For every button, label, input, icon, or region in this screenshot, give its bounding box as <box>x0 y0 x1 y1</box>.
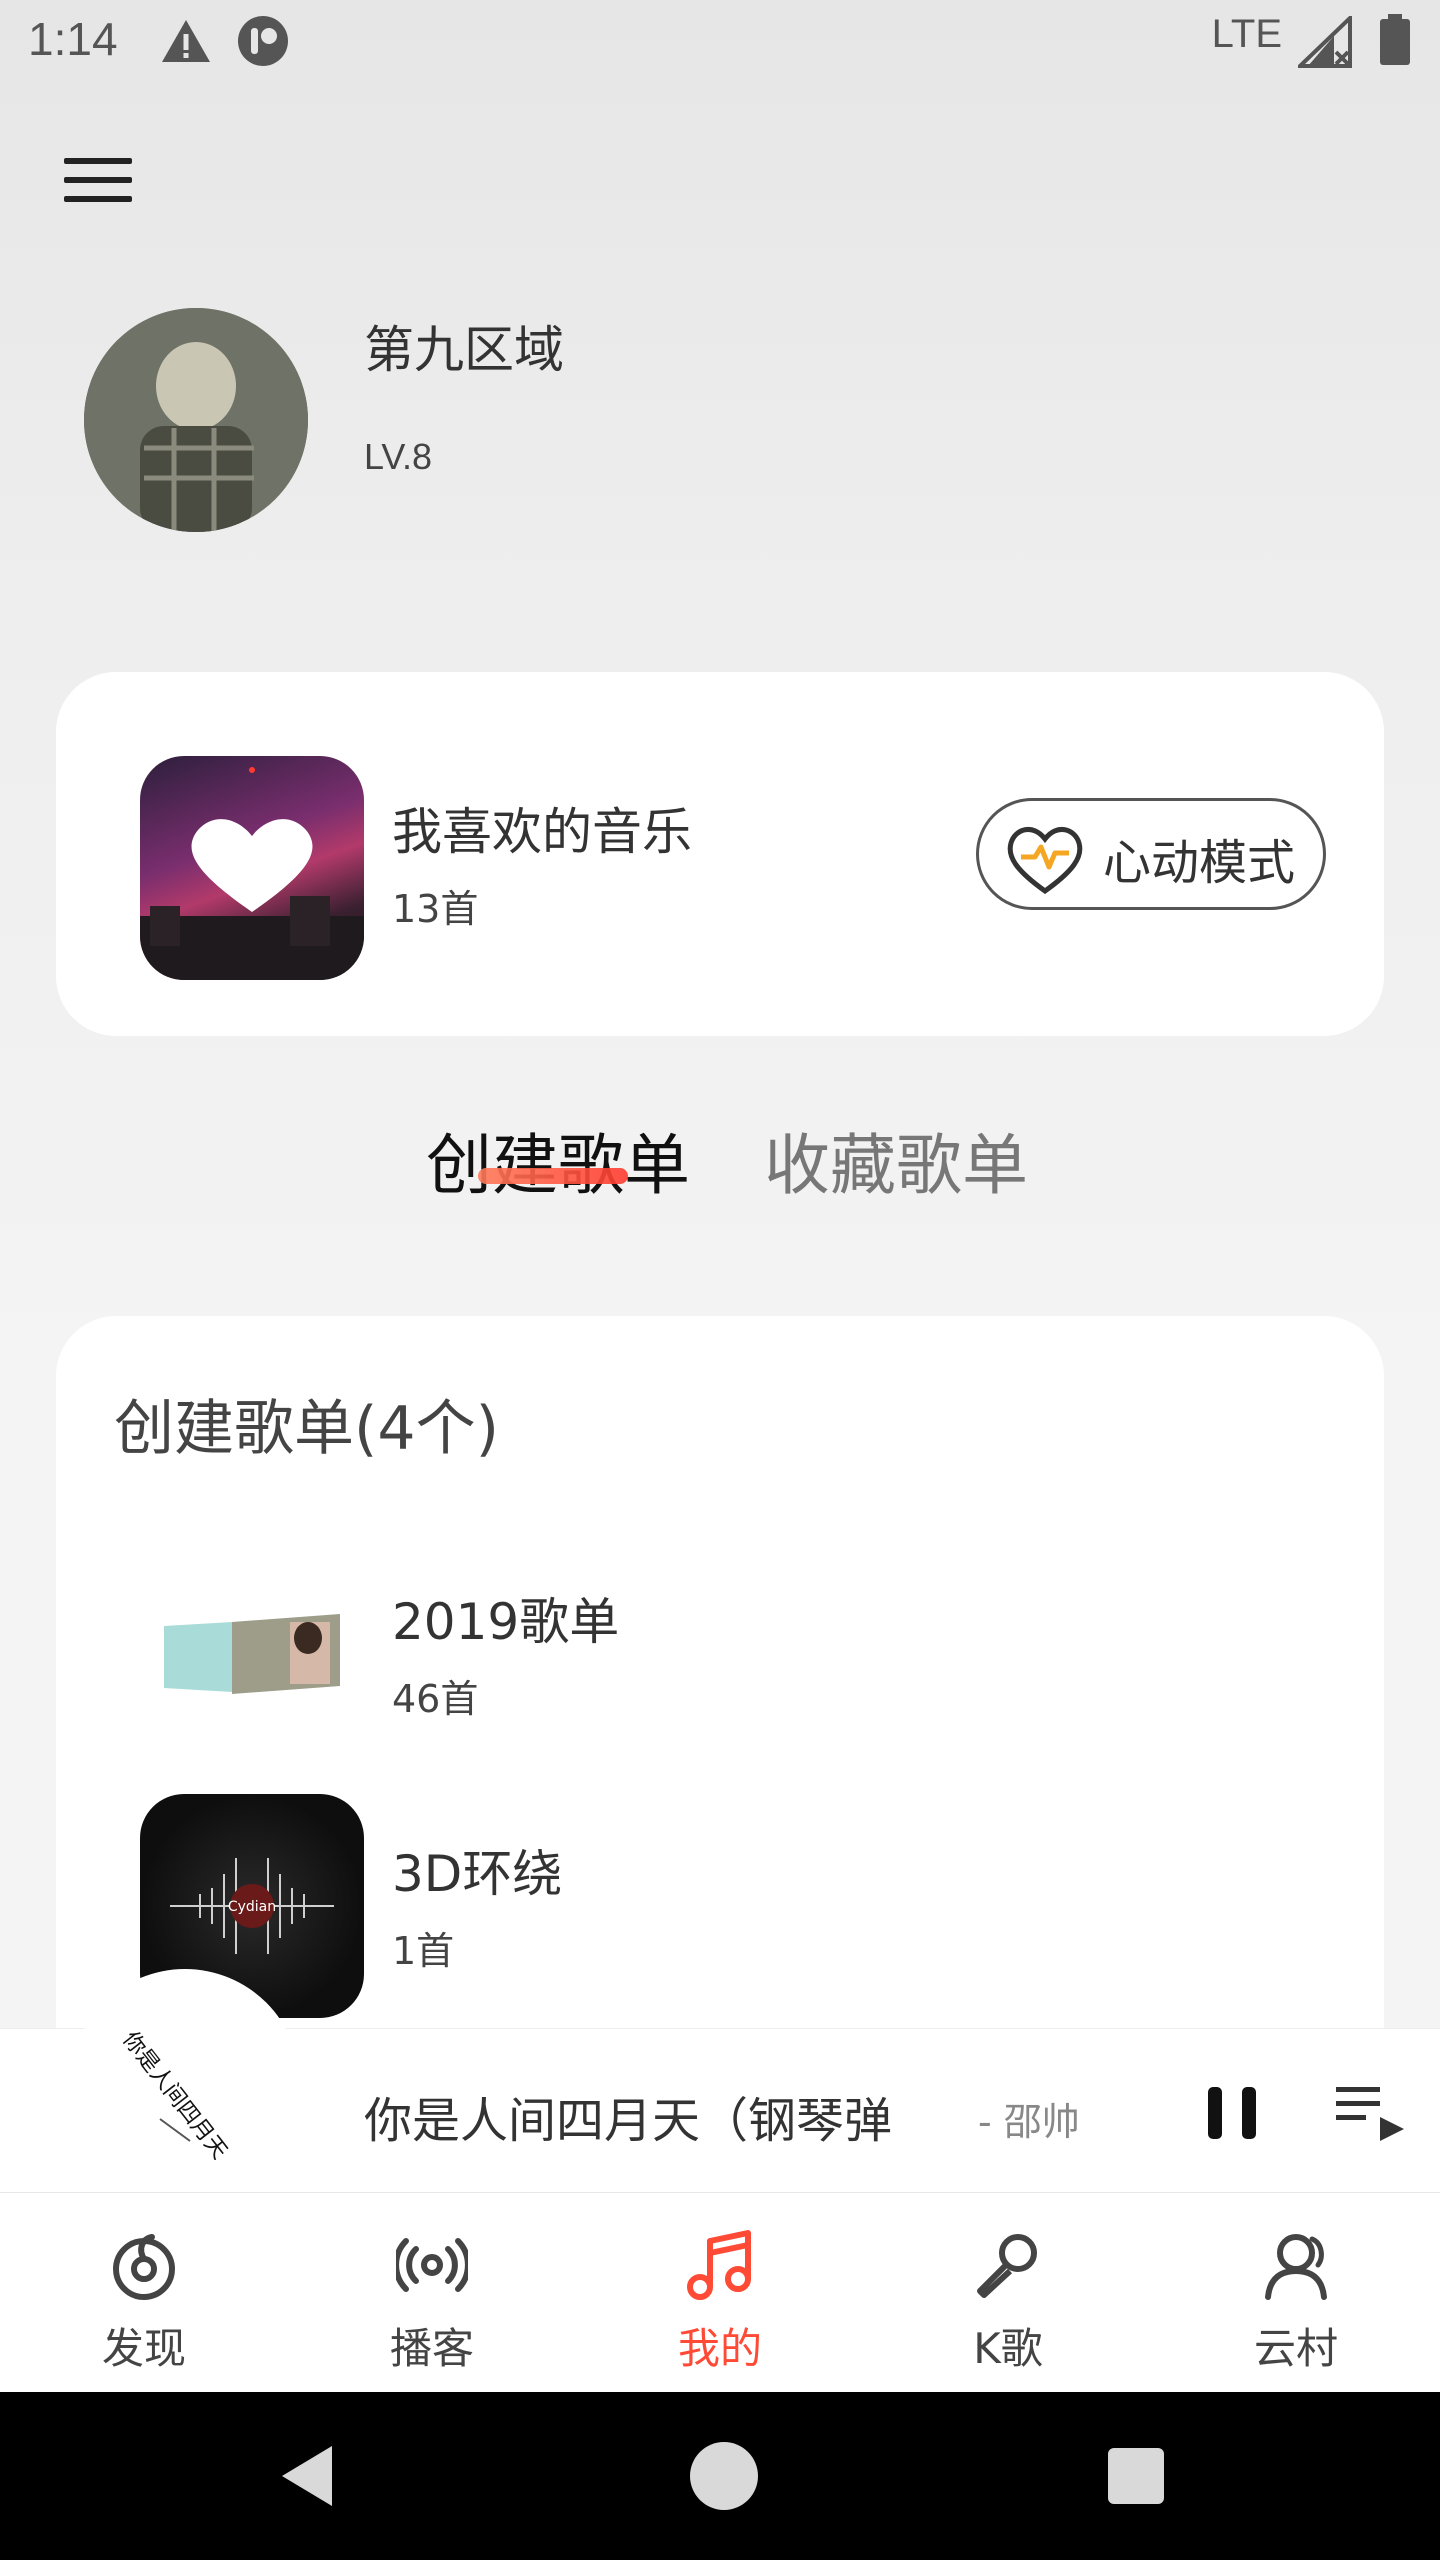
playlist-name: 2019歌单 <box>392 1593 620 1651</box>
nav-community[interactable]: 云村 <box>1152 2193 1440 2393</box>
username[interactable]: 第九区域 <box>364 310 564 382</box>
playlist-count: 46首 <box>392 1677 479 1721</box>
playlist-name: 3D环绕 <box>392 1845 563 1903</box>
user-level: LV.8 <box>364 436 433 477</box>
status-right: LTE <box>1112 12 1412 72</box>
heart-mode-label: 心动模式 <box>1103 835 1296 891</box>
nav-label: K歌 <box>973 2324 1043 2373</box>
avatar[interactable] <box>84 308 308 532</box>
liked-music-count: 13首 <box>392 887 479 931</box>
recents-icon[interactable] <box>1108 2448 1164 2504</box>
liked-music-title: 我喜欢的音乐 <box>392 803 692 861</box>
mini-player[interactable]: 你是人间四月天 你是人间四月天（钢琴弹 - 邵帅 <box>0 1969 1440 2199</box>
nav-label: 发现 <box>101 2324 186 2373</box>
pause-icon[interactable] <box>1200 2081 1264 2145</box>
tab-collected-playlists[interactable]: 收藏歌单 <box>764 1112 1028 1208</box>
tab-created-playlists[interactable]: 创建歌单 <box>426 1112 690 1208</box>
nav-label: 我的 <box>677 2324 762 2373</box>
liked-music-cover <box>140 756 364 980</box>
nav-mine[interactable]: 我的 <box>576 2193 864 2393</box>
liked-music-card[interactable]: 我喜欢的音乐 13首 心动模式 <box>56 672 1384 1036</box>
playlists-heading: 创建歌单(4个) <box>114 1394 499 1464</box>
nav-label: 云村 <box>1253 2324 1338 2373</box>
avatar-photo <box>84 308 308 532</box>
bottom-nav: 发现 播客 我的 K歌 云村 <box>0 2192 1440 2392</box>
battery-icon <box>1380 14 1410 65</box>
back-icon[interactable] <box>270 2436 350 2516</box>
app-badge-icon <box>238 16 288 66</box>
heart-pulse-icon <box>1007 827 1083 895</box>
music-note-icon <box>687 2230 751 2300</box>
playlist-item[interactable]: Cydian 3D环绕 1首 <box>140 1794 1320 2018</box>
tab-active-indicator <box>478 1168 628 1184</box>
nav-label: 播客 <box>389 2324 474 2373</box>
playlist-item[interactable]: 2019歌单 46首 <box>140 1542 1320 1766</box>
playlist-count: 1首 <box>392 1929 455 1973</box>
heart-mode-button[interactable]: 心动模式 <box>976 798 1326 910</box>
playlist-cover <box>140 1542 364 1766</box>
created-playlists-card: 创建歌单(4个) 2019歌单 46首 Cydian 3D环绕 1首 <box>56 1316 1384 2076</box>
network-type: LTE <box>1211 12 1282 56</box>
now-playing-cover[interactable]: 你是人间四月天 <box>70 1969 300 2199</box>
cover-text: Cydian <box>228 1899 276 1915</box>
status-time: 1:14 <box>28 13 118 65</box>
home-icon[interactable] <box>690 2442 758 2510</box>
community-icon <box>1265 2234 1327 2300</box>
signal-icon <box>1298 16 1352 68</box>
nav-karaoke[interactable]: K歌 <box>864 2193 1152 2393</box>
menu-icon[interactable] <box>64 158 132 208</box>
microphone-icon <box>977 2234 1037 2298</box>
nav-podcast[interactable]: 播客 <box>288 2193 576 2393</box>
now-playing-artist: - 邵帅 <box>978 2100 1080 2144</box>
now-playing-title: 你是人间四月天（钢琴弹 <box>364 2093 893 2149</box>
warning-icon <box>162 20 210 62</box>
system-nav-bar <box>0 2392 1440 2560</box>
playlist-queue-icon[interactable] <box>1334 2083 1406 2147</box>
nav-discover[interactable]: 发现 <box>0 2193 288 2393</box>
discover-icon <box>113 2234 175 2300</box>
podcast-icon <box>396 2238 468 2292</box>
disc-text: 你是人间四月天 <box>117 2027 232 2164</box>
status-bar: 1:14 LTE <box>0 0 1440 84</box>
